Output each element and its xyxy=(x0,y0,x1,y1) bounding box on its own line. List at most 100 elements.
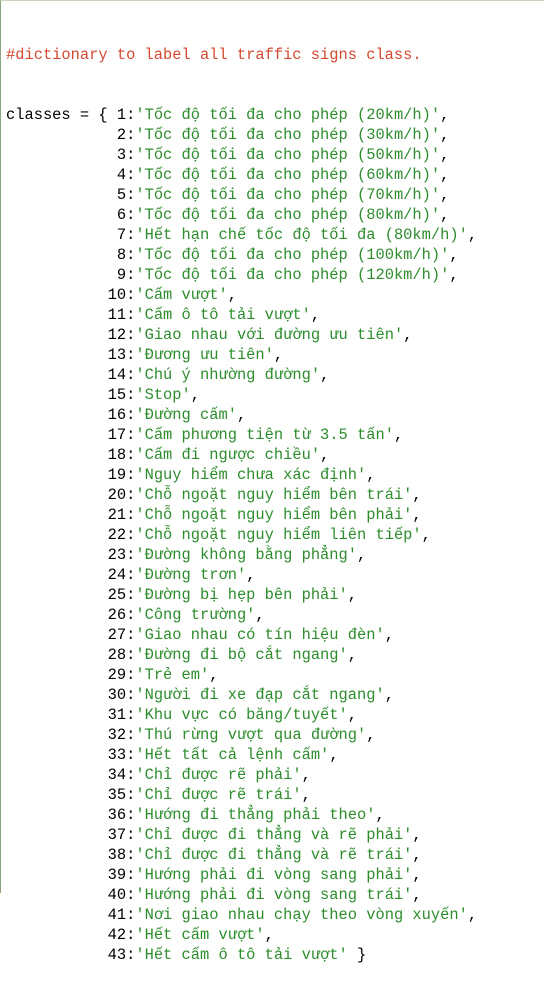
comma: , xyxy=(440,186,450,204)
comma: , xyxy=(375,806,385,824)
dict-entry-line: 2:'Tốc độ tối đa cho phép (30km/h)', xyxy=(6,125,544,145)
dict-entry-line: classes = { 1:'Tốc độ tối đa cho phép (2… xyxy=(6,105,544,125)
dict-value-string: 'Hết cấm vượt' xyxy=(135,926,265,944)
dict-entry-line: 36:'Hướng đi thẳng phải theo', xyxy=(6,805,544,825)
colon: : xyxy=(126,206,136,224)
dict-entry-line: 18:'Cấm đi ngược chiều', xyxy=(6,445,544,465)
dict-entry-line: 30:'Người đi xe đạp cắt ngang', xyxy=(6,685,544,705)
comma: , xyxy=(227,286,237,304)
dict-entry-line: 8:'Tốc độ tối đa cho phép (100km/h)', xyxy=(6,245,544,265)
dict-value-string: 'Đường trơn' xyxy=(135,566,247,584)
dict-value-string: 'Hướng phải đi vòng sang phải' xyxy=(135,866,413,884)
dict-entry-line: 33:'Hết tất cả lệnh cấm', xyxy=(6,745,544,765)
dict-value-string: 'Chú ý nhường đường' xyxy=(135,366,321,384)
dict-entry-line: 43:'Hết cấm ô tô tải vượt' } xyxy=(6,945,544,965)
dict-entry-line: 3:'Tốc độ tối đa cho phép (50km/h)', xyxy=(6,145,544,165)
dict-value-string: 'Stop' xyxy=(135,386,191,404)
comma: , xyxy=(255,606,265,624)
dict-key: 16 xyxy=(107,406,127,424)
comma: , xyxy=(412,506,422,524)
comma: , xyxy=(264,926,274,944)
colon: : xyxy=(126,106,136,124)
dict-entry-line: 35:'Chỉ được rẽ trái', xyxy=(6,785,544,805)
dict-value-string: 'Chỗ ngoặt nguy hiểm bên trái' xyxy=(135,486,413,504)
dict-value-string: 'Tốc độ tối đa cho phép (80km/h)' xyxy=(135,206,441,224)
colon: : xyxy=(126,886,136,904)
dict-key: 2 xyxy=(116,126,127,144)
colon: : xyxy=(126,366,136,384)
colon: : xyxy=(126,466,136,484)
colon: : xyxy=(126,246,136,264)
dict-entry-line: 9:'Tốc độ tối đa cho phép (120km/h)', xyxy=(6,265,544,285)
colon: : xyxy=(126,526,136,544)
dict-entry-line: 34:'Chỉ được rẽ phải', xyxy=(6,765,544,785)
colon: : xyxy=(126,166,136,184)
dict-key: 38 xyxy=(107,846,127,864)
comma: , xyxy=(412,846,422,864)
dict-key: 4 xyxy=(116,166,127,184)
dict-entry-line: 40:'Hướng phải đi vòng sang trái', xyxy=(6,885,544,905)
dict-key: 5 xyxy=(116,186,127,204)
dict-value-string: 'Hết tất cả lệnh cấm' xyxy=(135,746,330,764)
colon: : xyxy=(126,186,136,204)
colon: : xyxy=(126,746,136,764)
code-block: classes = { 1: 'Tốc độ tối đa cho phép (2… xyxy=(6,105,544,965)
dict-entry-line: 13:'Đương ưu tiên', xyxy=(6,345,544,365)
comma: , xyxy=(412,886,422,904)
dict-value-string: 'Tốc độ tối đa cho phép (100km/h)' xyxy=(135,246,450,264)
dict-value-string: 'Cấm đi ngược chiều' xyxy=(135,446,321,464)
dict-key: 34 xyxy=(107,766,127,784)
dict-entry-line: 21:'Chỗ ngoặt nguy hiểm bên phải', xyxy=(6,505,544,525)
colon: : xyxy=(126,686,136,704)
colon: : xyxy=(126,126,136,144)
dict-value-string: 'Tốc độ tối đa cho phép (70km/h)' xyxy=(135,186,441,204)
comma: , xyxy=(440,126,450,144)
comma: , xyxy=(320,366,330,384)
dict-entry-line: 5:'Tốc độ tối đa cho phép (70km/h)', xyxy=(6,185,544,205)
dict-key: 31 xyxy=(107,706,127,724)
dict-value-string: 'Đường cấm' xyxy=(135,406,237,424)
dict-value-string: 'Chỗ ngoặt nguy hiểm bên phải' xyxy=(135,506,413,524)
colon: : xyxy=(126,446,136,464)
dict-value-string: 'Cấm ô tô tải vượt' xyxy=(135,306,311,324)
dict-key: 41 xyxy=(107,906,127,924)
dict-key: 18 xyxy=(107,446,127,464)
code-editor[interactable]: #dictionary to label all traffic signs c… xyxy=(0,0,544,964)
comma: , xyxy=(412,866,422,884)
dict-value-string: 'Tốc độ tối đa cho phép (50km/h)' xyxy=(135,146,441,164)
dict-key: 42 xyxy=(107,926,127,944)
dict-key: 17 xyxy=(107,426,127,444)
dict-key: 15 xyxy=(107,386,127,404)
dict-entry-line: 32:'Thú rừng vượt qua đường', xyxy=(6,725,544,745)
colon: : xyxy=(126,546,136,564)
dict-value-string: 'Hướng phải đi vòng sang trái' xyxy=(135,886,413,904)
code-comment: #dictionary to label all traffic signs c… xyxy=(6,46,422,64)
dict-entry-line: 17:'Cấm phương tiện từ 3.5 tấn', xyxy=(6,425,544,445)
colon: : xyxy=(126,766,136,784)
comma: , xyxy=(347,706,358,724)
colon: : xyxy=(126,306,136,324)
close-brace: } xyxy=(347,946,367,964)
dict-value-string: 'Hướng đi thẳng phải theo' xyxy=(135,806,376,824)
comma: , xyxy=(357,546,367,564)
colon: : xyxy=(126,866,136,884)
dict-value-string: 'Hết cấm ô tô tải vượt' xyxy=(135,946,348,964)
comma: , xyxy=(403,326,413,344)
dict-key: 39 xyxy=(107,866,127,884)
dict-key: 30 xyxy=(107,686,127,704)
comma: , xyxy=(209,666,219,684)
comma: , xyxy=(412,826,422,844)
